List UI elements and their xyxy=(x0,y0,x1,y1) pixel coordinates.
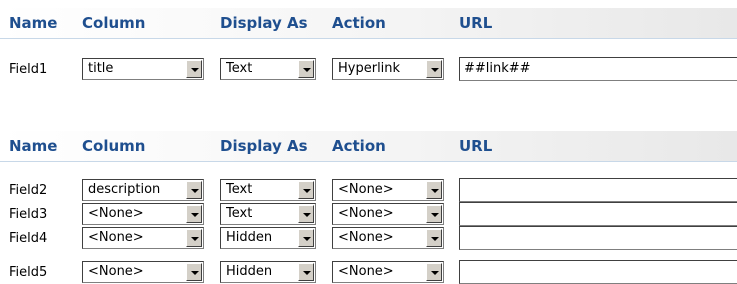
action-select[interactable]: <None> xyxy=(332,261,444,283)
chevron-down-icon[interactable] xyxy=(298,229,314,247)
chevron-down-icon[interactable] xyxy=(426,263,442,281)
header-url-2: URL xyxy=(459,137,493,155)
display-as-select[interactable]: Hidden xyxy=(220,227,316,249)
header-action-1: Action xyxy=(332,14,386,32)
chevron-down-icon[interactable] xyxy=(426,205,442,223)
action-select-value: <None> xyxy=(338,264,394,279)
chevron-down-icon[interactable] xyxy=(426,60,442,78)
header-url-1: URL xyxy=(459,14,493,32)
field-name-label: Field1 xyxy=(9,62,48,77)
display-as-select-value: Text xyxy=(226,61,253,76)
action-select-value: <None> xyxy=(338,182,394,197)
url-input[interactable] xyxy=(459,178,737,202)
action-select-value: Hyperlink xyxy=(338,61,401,76)
header-display-as-2: Display As xyxy=(220,137,308,155)
action-select[interactable]: <None> xyxy=(332,227,444,249)
column-select[interactable]: <None> xyxy=(82,261,204,283)
action-select-value: <None> xyxy=(338,230,394,245)
display-as-select[interactable]: Text xyxy=(220,58,316,80)
chevron-down-icon[interactable] xyxy=(186,229,202,247)
header-column-2: Column xyxy=(82,137,146,155)
column-select[interactable]: <None> xyxy=(82,227,204,249)
url-input[interactable] xyxy=(459,226,737,250)
chevron-down-icon[interactable] xyxy=(186,205,202,223)
chevron-down-icon[interactable] xyxy=(298,205,314,223)
url-input-value: ##link## xyxy=(464,61,531,76)
header-action-2: Action xyxy=(332,137,386,155)
chevron-down-icon[interactable] xyxy=(186,263,202,281)
display-as-select-value: Hidden xyxy=(226,230,273,245)
display-as-select[interactable]: Text xyxy=(220,179,316,201)
chevron-down-icon[interactable] xyxy=(186,60,202,78)
display-as-select[interactable]: Hidden xyxy=(220,261,316,283)
column-select[interactable]: <None> xyxy=(82,203,204,225)
column-select[interactable]: title xyxy=(82,58,204,80)
field-name-label: Field3 xyxy=(9,207,48,222)
chevron-down-icon[interactable] xyxy=(298,60,314,78)
display-as-select-value: Text xyxy=(226,182,253,197)
url-input[interactable]: ##link## xyxy=(459,57,737,81)
header-display-as-1: Display As xyxy=(220,14,308,32)
field-name-label: Field2 xyxy=(9,183,48,198)
field-name-label: Field4 xyxy=(9,231,48,246)
action-select[interactable]: <None> xyxy=(332,179,444,201)
action-select[interactable]: <None> xyxy=(332,203,444,225)
display-as-select-value: Hidden xyxy=(226,264,273,279)
column-select-value: <None> xyxy=(88,206,144,221)
chevron-down-icon[interactable] xyxy=(186,181,202,199)
url-input[interactable] xyxy=(459,202,737,226)
field-name-label: Field5 xyxy=(9,265,48,280)
chevron-down-icon[interactable] xyxy=(426,229,442,247)
chevron-down-icon[interactable] xyxy=(298,263,314,281)
header-name-2: Name xyxy=(9,137,58,155)
column-select-value: <None> xyxy=(88,264,144,279)
display-as-select[interactable]: Text xyxy=(220,203,316,225)
column-select-value: title xyxy=(88,61,114,76)
column-select-value: <None> xyxy=(88,230,144,245)
chevron-down-icon[interactable] xyxy=(426,181,442,199)
header-name-1: Name xyxy=(9,14,58,32)
chevron-down-icon[interactable] xyxy=(298,181,314,199)
column-select[interactable]: description xyxy=(82,179,204,201)
action-select[interactable]: Hyperlink xyxy=(332,58,444,80)
header-column-1: Column xyxy=(82,14,146,32)
url-input[interactable] xyxy=(459,260,737,284)
display-as-select-value: Text xyxy=(226,206,253,221)
column-select-value: description xyxy=(88,182,161,197)
action-select-value: <None> xyxy=(338,206,394,221)
